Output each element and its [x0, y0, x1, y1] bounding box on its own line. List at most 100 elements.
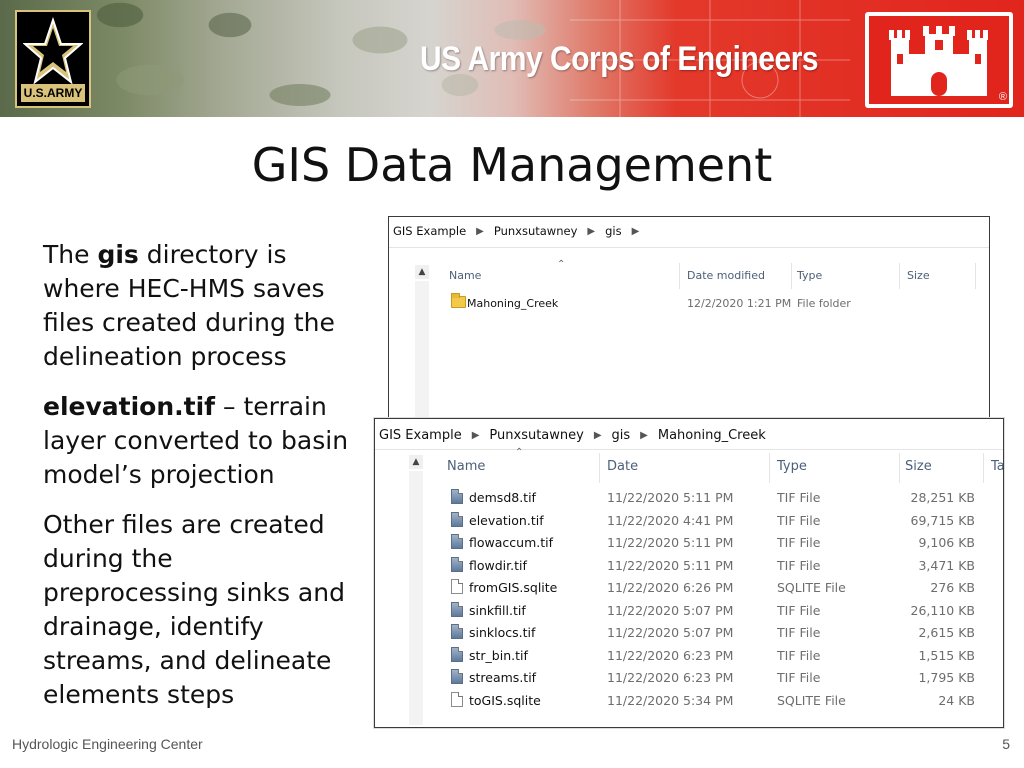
- column-divider[interactable]: [791, 263, 792, 289]
- divider: [375, 449, 1003, 450]
- image-file-icon: [451, 624, 463, 639]
- list-item[interactable]: fromGIS.sqlite 11/22/2020 6:26 PM SQLITE F…: [375, 576, 1003, 598]
- column-header-type[interactable]: Type: [797, 269, 822, 282]
- column-header-size[interactable]: Size: [905, 459, 932, 474]
- file-size: 24 KB: [938, 692, 975, 708]
- breadcrumb-item[interactable]: GIS Example: [379, 428, 462, 443]
- file-date: 11/22/2020 4:41 PM: [607, 512, 734, 528]
- file-name: flowdir.tif: [469, 557, 527, 573]
- file-type: TIF File: [777, 602, 821, 618]
- file-date: 11/22/2020 5:11 PM: [607, 557, 734, 573]
- list-item[interactable]: demsd8.tif 11/22/2020 5:11 PM TIF File 28,2…: [375, 486, 1003, 508]
- file-date: 11/22/2020 6:26 PM: [607, 580, 734, 595]
- file-size: 1,795 KB: [918, 670, 975, 685]
- column-divider[interactable]: [899, 453, 900, 483]
- paragraph-gis-directory: The gis directory is where HEC-HMS saves…: [43, 238, 353, 374]
- army-logo-text: U.S.ARMY: [21, 84, 85, 102]
- castle-icon: [889, 26, 988, 96]
- bold-term: elevation.tif: [43, 392, 216, 421]
- file-type: TIF File: [777, 647, 821, 663]
- file-date: 11/22/2020 6:23 PM: [607, 647, 734, 663]
- breadcrumb-item[interactable]: Punxsutawney: [494, 224, 578, 238]
- file-date: 12/2/2020 1:21 PM: [687, 297, 792, 310]
- column-header-date[interactable]: Date: [607, 459, 638, 474]
- scroll-up-arrow-icon[interactable]: ▲: [409, 455, 423, 469]
- file-type: TIF File: [777, 557, 821, 573]
- us-army-logo: U.S.ARMY: [15, 10, 91, 108]
- paragraph-elevation: elevation.tif – terrain layer converted …: [43, 390, 353, 492]
- paragraph-other-files: Other files are created during the prepr…: [43, 510, 345, 709]
- document-file-icon: [451, 579, 463, 594]
- column-divider[interactable]: [983, 453, 984, 483]
- file-type: TIF File: [777, 535, 821, 550]
- file-name: flowaccum.tif: [469, 535, 553, 550]
- list-item[interactable]: sinkfill.tif 11/22/2020 5:07 PM TIF File 26…: [375, 599, 1003, 621]
- file-type: TIF File: [777, 490, 821, 505]
- corps-castle-logo: ®: [865, 12, 1013, 108]
- organization-title: US Army Corps of Engineers: [420, 40, 819, 78]
- chevron-right-icon: ▶: [593, 429, 602, 441]
- column-divider[interactable]: [899, 263, 900, 289]
- breadcrumb-item[interactable]: gis: [605, 224, 622, 238]
- column-header-tags[interactable]: Ta: [991, 459, 1003, 474]
- list-item[interactable]: str_bin.tif 11/22/2020 6:23 PM TIF File 1,5…: [375, 644, 1003, 666]
- list-item[interactable]: sinklocs.tif 11/22/2020 5:07 PM TIF File 2,…: [375, 621, 1003, 643]
- explorer-window-gis: GIS Example ▶ Punxsutawney ▶ gis ▶ ▲ ⌃ N…: [388, 216, 990, 436]
- column-header-date-modified[interactable]: Date modified: [687, 269, 765, 282]
- column-divider[interactable]: [975, 263, 976, 289]
- column-divider[interactable]: [679, 263, 680, 289]
- file-size: 1,515 KB: [918, 647, 975, 663]
- file-name: str_bin.tif: [469, 647, 528, 663]
- breadcrumb: GIS Example ▶ Punxsutawney ▶ gis ▶: [393, 217, 649, 245]
- breadcrumb-item[interactable]: GIS Example: [393, 224, 466, 238]
- breadcrumb-item[interactable]: Punxsutawney: [489, 428, 583, 443]
- column-header-name[interactable]: Name: [447, 459, 485, 474]
- column-header-name[interactable]: Name: [449, 269, 481, 282]
- army-star-icon: [23, 16, 83, 85]
- file-type: TIF File: [777, 625, 821, 640]
- file-date: 11/22/2020 6:23 PM: [607, 670, 734, 685]
- file-name: streams.tif: [469, 670, 537, 685]
- image-file-icon: [451, 489, 463, 504]
- file-name: demsd8.tif: [469, 490, 536, 505]
- bold-term: gis: [97, 240, 139, 269]
- slide-body: The gis directory is where HEC-HMS saves…: [43, 238, 353, 728]
- column-divider[interactable]: [599, 453, 600, 483]
- chevron-right-icon: ▶: [640, 429, 648, 441]
- list-item[interactable]: Mahoning_Creek 12/2/2020 1:21 PM File fo…: [389, 293, 989, 315]
- file-name: Mahoning_Creek: [467, 297, 559, 310]
- column-header-size[interactable]: Size: [907, 269, 930, 282]
- file-size: 3,471 KB: [918, 557, 975, 573]
- chevron-right-icon: ▶: [476, 225, 484, 237]
- list-item[interactable]: toGIS.sqlite 11/22/2020 5:34 PM SQLITE Fil…: [375, 689, 1003, 711]
- breadcrumb: GIS Example ▶ Punxsutawney ▶ gis ▶ Mahon…: [379, 421, 766, 449]
- file-name: fromGIS.sqlite: [469, 580, 558, 595]
- list-item[interactable]: flowaccum.tif 11/22/2020 5:11 PM TIF File 9…: [375, 531, 1003, 553]
- divider: [389, 247, 989, 248]
- scroll-up-arrow-icon[interactable]: ▲: [415, 265, 429, 279]
- file-name: sinkfill.tif: [469, 602, 526, 618]
- breadcrumb-item[interactable]: gis: [612, 428, 631, 443]
- file-size: 2,615 KB: [918, 625, 975, 640]
- list-item[interactable]: streams.tif 11/22/2020 6:23 PM TIF File 1,7…: [375, 666, 1003, 688]
- file-type: TIF File: [777, 670, 821, 685]
- sort-ascending-icon: ⌃: [557, 259, 566, 270]
- image-file-icon: [451, 669, 463, 684]
- list-item[interactable]: elevation.tif 11/22/2020 4:41 PM TIF File 6…: [375, 509, 1003, 531]
- file-date: 11/22/2020 5:11 PM: [607, 535, 734, 550]
- folder-icon: [451, 293, 466, 308]
- explorer-window-mahoning-creek: GIS Example ▶ Punxsutawney ▶ gis ▶ Mahon…: [374, 418, 1004, 728]
- file-name: toGIS.sqlite: [469, 692, 541, 708]
- file-size: 69,715 KB: [910, 512, 975, 528]
- file-date: 11/22/2020 5:11 PM: [607, 490, 734, 505]
- column-header-type[interactable]: Type: [777, 459, 807, 474]
- file-size: 9,106 KB: [918, 535, 975, 550]
- file-size: 276 KB: [930, 580, 975, 595]
- file-type: TIF File: [777, 512, 821, 528]
- breadcrumb-item[interactable]: Mahoning_Creek: [658, 428, 766, 443]
- image-file-icon: [451, 511, 463, 527]
- column-divider[interactable]: [769, 453, 770, 483]
- file-date: 11/22/2020 5:07 PM: [607, 625, 734, 640]
- image-file-icon: [451, 601, 463, 617]
- list-item[interactable]: flowdir.tif 11/22/2020 5:11 PM TIF File 3,4…: [375, 554, 1003, 576]
